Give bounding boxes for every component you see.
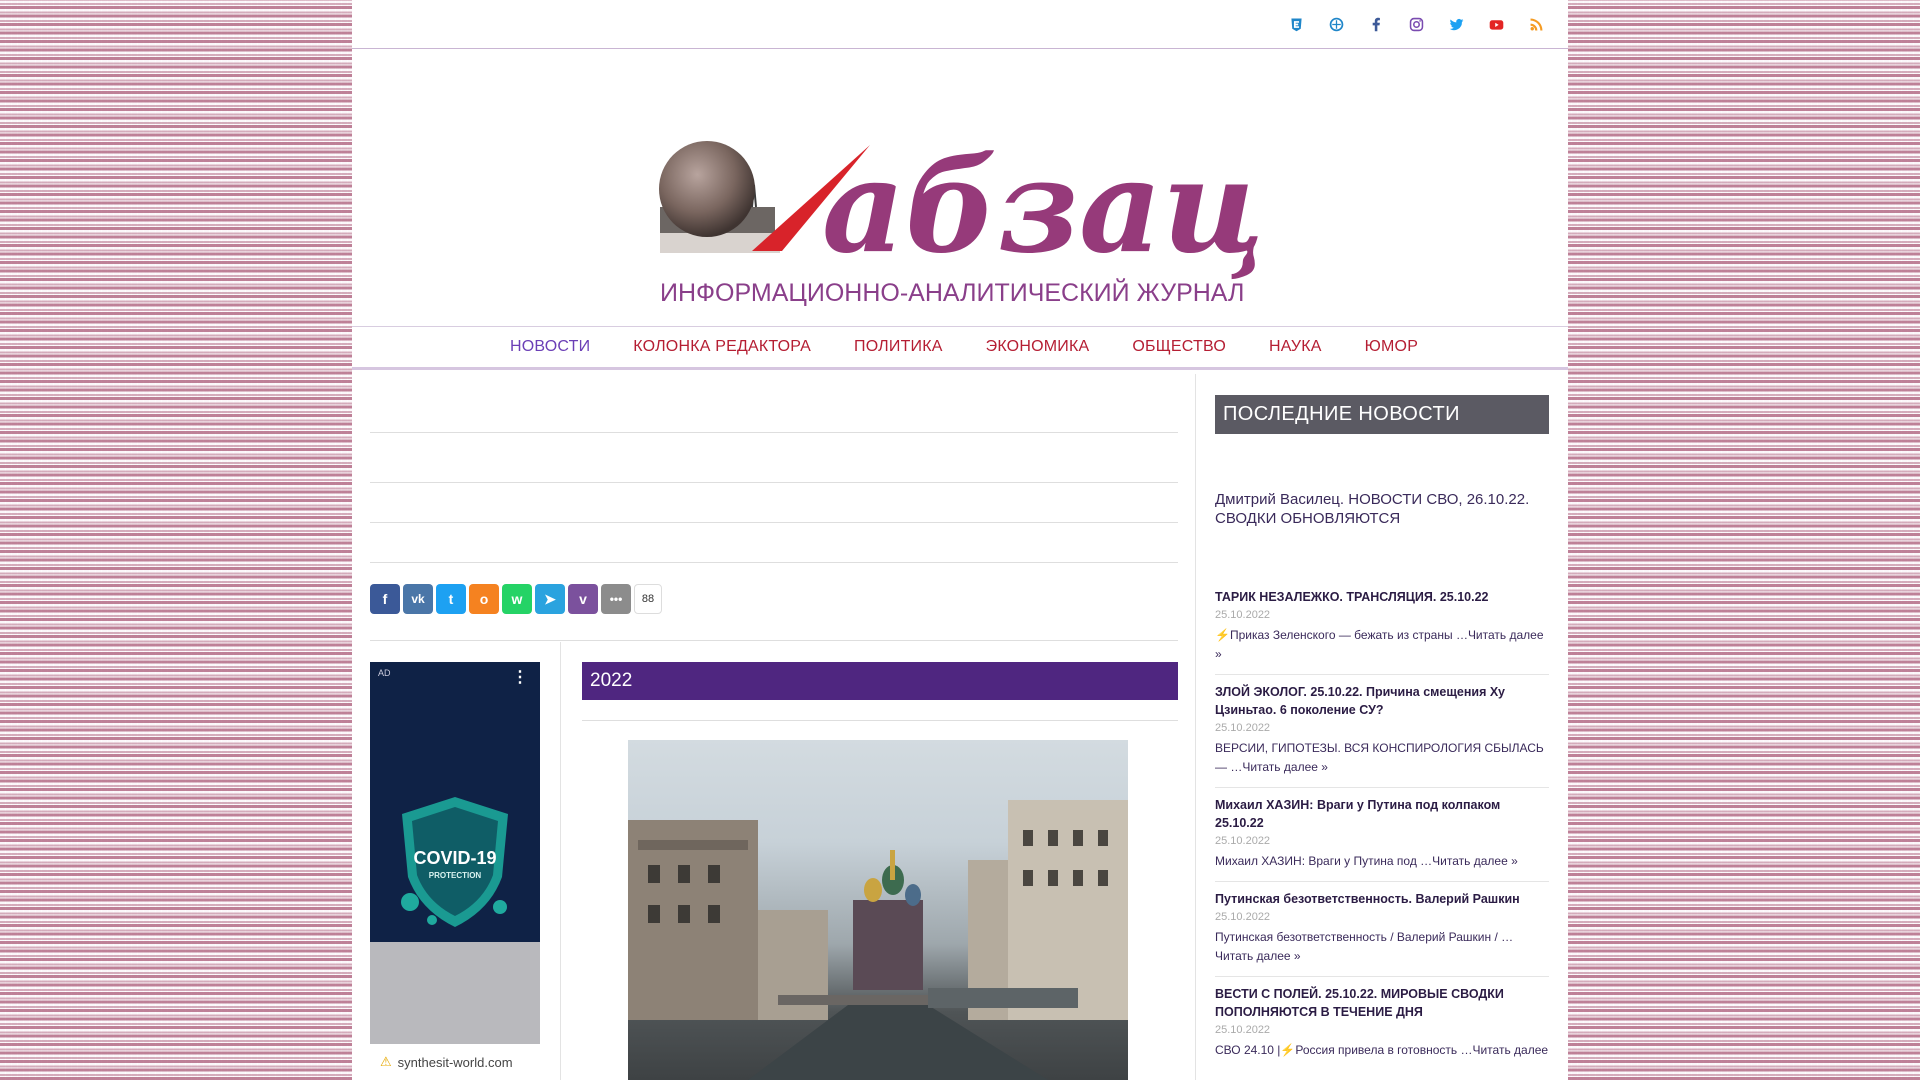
logo-wordmark: абзац: [822, 132, 1265, 282]
news-item: Михаил ХАЗИН: Враги у Путина под колпако…: [1215, 788, 1549, 882]
news-item-excerpt[interactable]: СВО 24.10 |⚡Россия привела в готовность …: [1215, 1041, 1549, 1060]
news-item-date: 25.10.2022: [1215, 609, 1271, 621]
ad-domain-bar[interactable]: ⚠ synthesit-world.com: [370, 1044, 540, 1080]
news-item-date: 25.10.2022: [1215, 911, 1271, 923]
news-item: ТАРИК НЕЗАЛЕЖКО. ТРАНСЛЯЦИЯ. 25.10.22 25…: [1215, 580, 1549, 675]
sidebar: ПОСЛЕДНИЕ НОВОСТИ Дмитрий Василец. НОВОС…: [1195, 374, 1568, 1080]
page: абзац ИНФОРМАЦИОННО-АНАЛИТИЧЕСКИЙ ЖУРНАЛ…: [352, 0, 1568, 1080]
nav-society[interactable]: ОБЩЕСТВО: [1132, 338, 1226, 356]
canal-photo-image: [628, 800, 1128, 1080]
ad-label: AD: [378, 668, 391, 678]
sidebar-featured-link[interactable]: Дмитрий Василец. НОВОСТИ СВО, 26.10.22. …: [1215, 490, 1549, 528]
ad-badge-sub: PROTECTION: [429, 871, 482, 880]
divider: [370, 432, 1178, 433]
news-item-date: 25.10.2022: [1215, 835, 1271, 847]
ad-image-placeholder: [370, 942, 540, 1044]
divider: [370, 522, 1178, 523]
nav-science[interactable]: НАУКА: [1269, 338, 1322, 356]
news-item-excerpt[interactable]: ⚡Приказ Зеленского — бежать из страны …Ч…: [1215, 626, 1549, 664]
top-bar: [352, 0, 1568, 49]
news-item-excerpt[interactable]: Михаил ХАЗИН: Враги у Путина под …Читать…: [1215, 852, 1549, 871]
news-item-date: 25.10.2022: [1215, 722, 1271, 734]
share-odnoklassniki-icon[interactable]: о: [469, 584, 499, 614]
share-telegram-icon[interactable]: ➤: [535, 584, 565, 614]
nav-politics[interactable]: ПОЛИТИКА: [854, 338, 943, 356]
column-divider: [560, 642, 561, 1080]
social-links: [1284, 12, 1548, 36]
ulule-icon[interactable]: [1284, 12, 1308, 36]
section-title: 2022: [582, 662, 1178, 700]
share-vk-icon[interactable]: vk: [403, 584, 433, 614]
nav-news[interactable]: НОВОСТИ: [510, 338, 590, 356]
site-logo[interactable]: абзац ИНФОРМАЦИОННО-АНАЛИТИЧЕСКИЙ ЖУРНАЛ: [652, 115, 1272, 315]
news-item-title[interactable]: ЗЛОЙ ЭКОЛОГ. 25.10.22. Причина смещения …: [1215, 683, 1549, 719]
news-item: ВЕСТИ С ПОЛЕЙ. 25.10.22. МИРОВЫЕ СВОДКИ …: [1215, 977, 1549, 1070]
news-item-title[interactable]: Михаил ХАЗИН: Враги у Путина под колпако…: [1215, 796, 1549, 832]
vk-network-icon[interactable]: [1324, 12, 1348, 36]
covid-shield-icon: COVID-19 PROTECTION: [401, 797, 508, 927]
share-bar: f vk t о w ➤ v ••• 88: [370, 584, 662, 614]
logo-tagline: ИНФОРМАЦИОННО-АНАЛИТИЧЕСКИЙ ЖУРНАЛ: [660, 277, 1244, 307]
share-whatsapp-icon[interactable]: w: [502, 584, 532, 614]
main-nav: НОВОСТИ КОЛОНКА РЕДАКТОРА ПОЛИТИКА ЭКОНО…: [352, 326, 1568, 370]
news-item-title[interactable]: ВЕСТИ С ПОЛЕЙ. 25.10.22. МИРОВЫЕ СВОДКИ …: [1215, 985, 1549, 1021]
instagram-icon[interactable]: [1404, 12, 1428, 36]
share-twitter-icon[interactable]: t: [436, 584, 466, 614]
share-viber-icon[interactable]: v: [568, 584, 598, 614]
news-list: ТАРИК НЕЗАЛЕЖКО. ТРАНСЛЯЦИЯ. 25.10.22 25…: [1215, 580, 1549, 1070]
share-count: 88: [634, 584, 662, 614]
rss-icon[interactable]: [1524, 12, 1548, 36]
ad-domain: synthesit-world.com: [397, 1054, 513, 1070]
ad-menu-icon[interactable]: ⋮: [512, 667, 528, 687]
share-more-icon[interactable]: •••: [601, 584, 631, 614]
news-item-title[interactable]: ТАРИК НЕЗАЛЕЖКО. ТРАНСЛЯЦИЯ. 25.10.22: [1215, 588, 1549, 606]
youtube-icon[interactable]: [1484, 12, 1508, 36]
share-facebook-icon[interactable]: f: [370, 584, 400, 614]
news-item: Путинская безответственность. Валерий Ра…: [1215, 882, 1549, 977]
divider: [370, 562, 1178, 563]
divider: [370, 640, 1178, 641]
site-header: абзац ИНФОРМАЦИОННО-АНАЛИТИЧЕСКИЙ ЖУРНАЛ: [352, 49, 1568, 326]
twitter-icon[interactable]: [1444, 12, 1468, 36]
nav-economy[interactable]: ЭКОНОМИКА: [986, 338, 1090, 356]
ad-banner[interactable]: AD ⋮ COVID-19 PROTECTION ⚠ synthesit-wor…: [370, 662, 540, 1080]
news-item: ЗЛОЙ ЭКОЛОГ. 25.10.22. Причина смещения …: [1215, 675, 1549, 788]
news-item-date: 25.10.2022: [1215, 1024, 1271, 1036]
facebook-icon[interactable]: [1364, 12, 1388, 36]
article-photo[interactable]: [628, 740, 1128, 1080]
divider: [370, 482, 1178, 483]
news-item-title[interactable]: Путинская безответственность. Валерий Ра…: [1215, 890, 1549, 908]
nav-editor-column[interactable]: КОЛОНКА РЕДАКТОРА: [633, 338, 811, 356]
sidebar-title: ПОСЛЕДНИЕ НОВОСТИ: [1215, 395, 1549, 434]
warning-icon: ⚠: [380, 1054, 392, 1069]
news-item-excerpt[interactable]: Путинская безответственность / Валерий Р…: [1215, 928, 1549, 966]
divider: [582, 720, 1178, 721]
news-item-excerpt[interactable]: ВЕРСИИ, ГИПОТЕЗЫ. ВСЯ КОНСПИРОЛОГИЯ СБЫЛ…: [1215, 739, 1549, 777]
ad-badge-title: COVID-19: [413, 848, 496, 868]
nav-humor[interactable]: ЮМОР: [1365, 338, 1418, 356]
